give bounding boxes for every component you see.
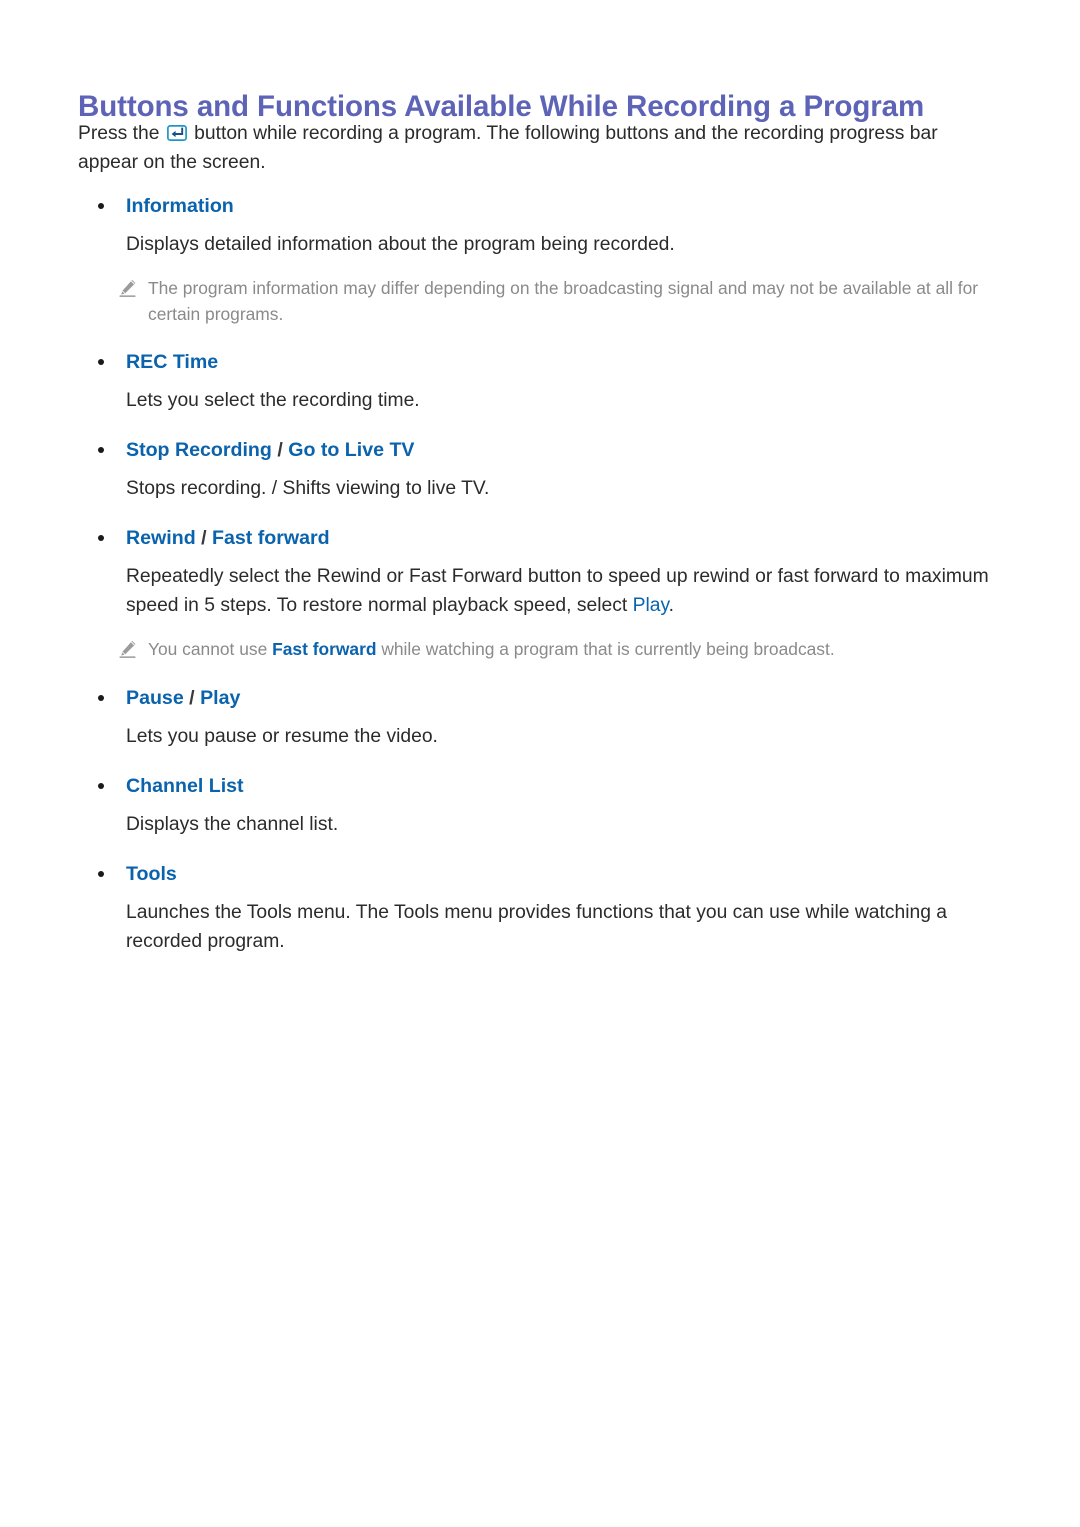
note-text-part: while watching a program that is current… <box>376 639 835 659</box>
section-stop-recording: Stop Recording / Go to Live TV <box>78 437 1003 463</box>
bullet-dot-icon <box>98 359 104 365</box>
section-title-part: REC Time <box>126 351 219 373</box>
note-text: The program information may differ depen… <box>148 276 1020 327</box>
intro-text-before: Press the <box>78 123 165 144</box>
section-rec-time: REC Time <box>78 349 1003 375</box>
section-title-part: Play <box>200 687 241 709</box>
bullet-dot-icon <box>98 203 104 209</box>
pencil-note-icon <box>118 278 138 298</box>
document-page: Buttons and Functions Available While Re… <box>0 0 1080 1527</box>
section-description: Lets you pause or resume the video. <box>126 726 438 747</box>
section-title-part: Go to Live TV <box>288 439 415 461</box>
section-pause-play: Pause / Play <box>78 685 1003 711</box>
bullet-dot-icon <box>98 783 104 789</box>
section-description: Displays detailed information about the … <box>126 234 675 255</box>
section-description: Lets you select the recording time. <box>126 390 420 411</box>
note-text-highlight: Fast forward <box>272 639 377 659</box>
bullet-dot-icon <box>98 535 104 541</box>
section-title-part: Rewind <box>126 527 196 549</box>
document-content: Press the button while recording a progr… <box>78 120 1003 956</box>
section-title-separator: / <box>183 687 201 709</box>
bullet-dot-icon <box>98 447 104 453</box>
pencil-note-icon <box>118 639 138 659</box>
section-description: Displays the channel list. <box>126 814 339 835</box>
section-title: Information <box>126 193 1003 219</box>
section-tools: Tools <box>78 861 1003 887</box>
section-channel-list: Channel List <box>78 773 1003 799</box>
section-description: Repeatedly select the Rewind or Fast For… <box>78 562 1026 620</box>
section-title: Channel List <box>126 773 1003 799</box>
enter-key-icon <box>166 125 187 141</box>
page-title: Buttons and Functions Available While Re… <box>78 89 925 123</box>
intro-paragraph: Press the button while recording a progr… <box>78 120 998 177</box>
section-rewind-fast-forward: Rewind / Fast forward <box>78 525 1003 551</box>
section-title: Rewind / Fast forward <box>126 525 1003 551</box>
section-title: Pause / Play <box>126 685 1003 711</box>
bullet-dot-icon <box>98 871 104 877</box>
section-description: Stops recording. / Shifts viewing to liv… <box>126 478 490 499</box>
note-information: The program information may differ depen… <box>78 276 1003 327</box>
note-text-part: The program information may differ depen… <box>148 278 979 324</box>
section-title-separator: / <box>195 527 213 549</box>
bullet-dot-icon <box>98 695 104 701</box>
description-part: Repeatedly select the Rewind or Fast For… <box>126 566 989 616</box>
section-title: Tools <box>126 861 1003 887</box>
section-title-separator: / <box>271 439 289 461</box>
intro-text-after: button while recording a program. The fo… <box>78 123 938 173</box>
section-title-part: Stop Recording <box>126 439 272 461</box>
note-text-part: You cannot use <box>148 639 273 659</box>
note-fast-forward: You cannot use Fast forward while watchi… <box>78 637 1003 663</box>
section-title: Stop Recording / Go to Live TV <box>126 437 1003 463</box>
section-title-part: Channel List <box>126 775 244 797</box>
section-title: REC Time <box>126 349 1003 375</box>
section-title-part: Tools <box>126 863 177 885</box>
section-title-part: Pause <box>126 687 184 709</box>
section-title-part: Information <box>126 195 234 217</box>
section-information: Information <box>78 193 1003 219</box>
description-highlight: Play <box>632 595 669 616</box>
section-title-part: Fast forward <box>212 527 330 549</box>
section-description: Launches the Tools menu. The Tools menu … <box>126 902 948 952</box>
description-part: . <box>668 595 675 616</box>
note-text: You cannot use Fast forward while watchi… <box>148 637 1020 663</box>
